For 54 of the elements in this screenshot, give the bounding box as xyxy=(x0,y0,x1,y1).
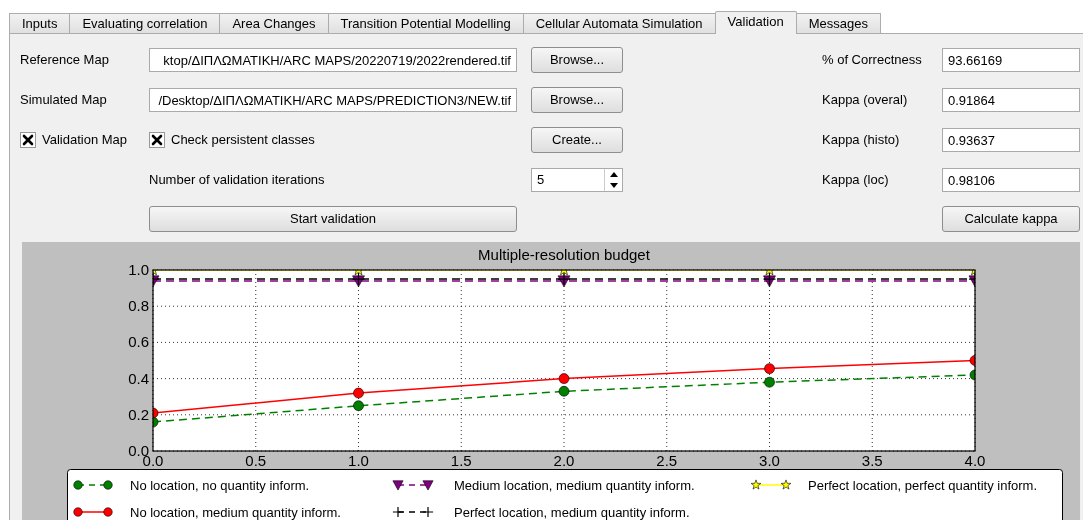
tab[interactable]: Transition Potential Modelling xyxy=(327,13,524,33)
result-label: Kappa (histo) xyxy=(822,131,901,150)
axis-tick-label: 3.0 xyxy=(759,452,780,469)
tab[interactable]: Inputs xyxy=(9,13,71,33)
legend-label: Perfect location, perfect quantity inform. xyxy=(808,478,1038,493)
field-label: Simulated Map xyxy=(20,91,108,110)
axis-tick-label: 1.5 xyxy=(450,452,472,469)
legend-label: Perfect location, medium quantity inform. xyxy=(454,505,690,520)
tab[interactable]: Validation xyxy=(714,11,797,34)
checkbox[interactable] xyxy=(20,132,36,148)
browse-button[interactable]: Browse... xyxy=(531,47,623,73)
tab[interactable]: Cellular Automata Simulation xyxy=(522,13,716,33)
result-field[interactable]: 93.66169 xyxy=(942,48,1080,72)
legend-label: Medium location, medium quantity inform. xyxy=(454,478,695,493)
calculate-kappa-button[interactable]: Calculate kappa xyxy=(942,206,1080,232)
axis-tick-label: 0.2 xyxy=(128,405,149,423)
tab[interactable]: Messages xyxy=(795,13,881,33)
result-label: % of Correctness xyxy=(822,51,923,70)
axis-tick-label: 4.0 xyxy=(964,452,986,469)
tab[interactable]: Area Changes xyxy=(219,13,329,33)
browse-button[interactable]: Browse... xyxy=(531,87,623,113)
axis-tick-label: 1.0 xyxy=(348,452,369,469)
data-point xyxy=(353,400,364,412)
axis-tick-label: 0.5 xyxy=(245,452,267,469)
axis-tick-label: 1.0 xyxy=(128,261,149,278)
axis-tick-label: 3.5 xyxy=(861,452,883,469)
create-button[interactable]: Create... xyxy=(531,127,623,153)
axis-tick-label: 2.5 xyxy=(656,452,678,469)
checkbox-label: Check persistent classes xyxy=(171,131,315,150)
checkbox[interactable] xyxy=(149,132,165,148)
legend-marker-icon xyxy=(73,480,113,490)
axis-tick-label: 2.0 xyxy=(553,452,575,469)
axis-tick-label: 0.6 xyxy=(128,333,149,351)
path-field[interactable]: ktop/ΔΙΠΛΩΜΑΤΙΚΗ/ARC MAPS/20220719/2022rendered.tif xyxy=(149,48,517,72)
result-field[interactable]: 0.93637 xyxy=(942,128,1080,152)
data-point xyxy=(558,373,570,384)
result-field[interactable]: 0.98106 xyxy=(942,168,1080,192)
result-label: Kappa (overal) xyxy=(822,91,909,110)
result-label: Kappa (loc) xyxy=(822,171,890,190)
path-field[interactable]: /Desktop/ΔΙΠΛΩΜΑΤΙΚΗ/ARC MAPS/PREDICTION3/NEW.tif xyxy=(149,88,517,112)
legend-label: No location, no quantity inform. xyxy=(130,478,310,493)
field-label: Reference Map xyxy=(20,51,110,70)
tab[interactable]: Evaluating correlation xyxy=(69,13,221,33)
axis-tick-label: 0.4 xyxy=(128,369,149,387)
field-label: Number of validation iterations xyxy=(149,171,326,190)
legend-label: No location, medium quantity inform. xyxy=(130,505,341,520)
axis-tick-label: 0.8 xyxy=(128,297,149,315)
spin-box[interactable]: 5 xyxy=(531,168,623,192)
checkbox-label: Validation Map xyxy=(42,131,128,150)
data-point xyxy=(764,376,775,388)
chart-title: Multiple-resolution budget xyxy=(478,246,650,263)
result-field[interactable]: 0.91864 xyxy=(942,88,1080,112)
legend-marker-icon xyxy=(73,507,113,517)
start-validation-button[interactable]: Start validation xyxy=(149,206,517,232)
